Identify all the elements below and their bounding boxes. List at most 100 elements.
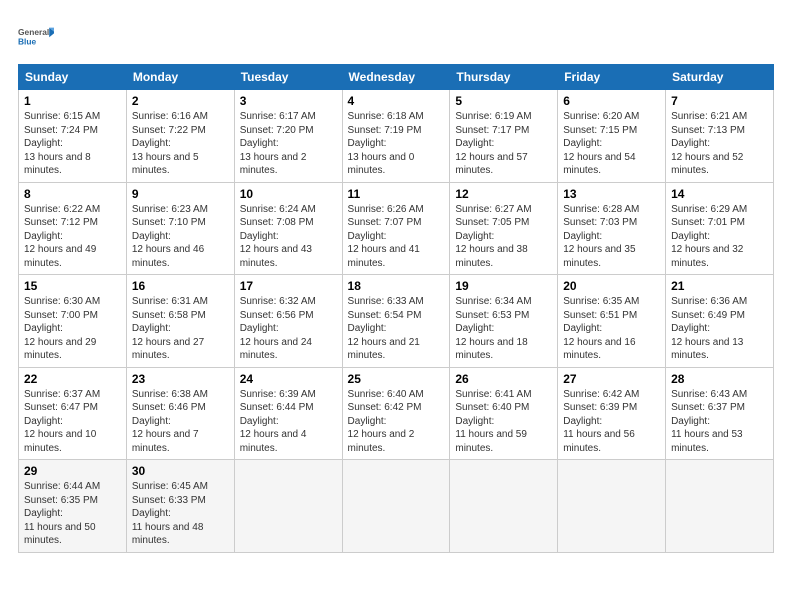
daylight-label: Daylight: 13 hours and 8 minutes.	[24, 138, 91, 176]
day-number: 25	[348, 372, 445, 386]
sunset-time: 7:19 PM	[384, 125, 421, 136]
calendar-header-friday: Friday	[558, 65, 666, 90]
sunset-label: Sunset:	[240, 125, 277, 136]
sunrise-label: Sunrise:	[348, 296, 387, 307]
calendar-week-row: 29 Sunrise: 6:44 AM Sunset: 6:35 PM Dayl…	[19, 460, 774, 553]
daylight-label: Daylight: 12 hours and 18 minutes.	[455, 323, 527, 361]
day-info: Sunrise: 6:21 AM Sunset: 7:13 PM Dayligh…	[671, 110, 768, 178]
sunrise-label: Sunrise:	[563, 296, 602, 307]
sunset-label: Sunset:	[132, 495, 169, 506]
sunset-time: 7:05 PM	[492, 217, 529, 228]
sunrise-label: Sunrise:	[348, 111, 387, 122]
daylight-label: Daylight: 12 hours and 43 minutes.	[240, 231, 312, 269]
sunset-label: Sunset:	[671, 217, 708, 228]
sunset-time: 6:44 PM	[276, 402, 313, 413]
sunset-label: Sunset:	[24, 217, 61, 228]
sunset-time: 6:33 PM	[169, 495, 206, 506]
calendar-cell: 30 Sunrise: 6:45 AM Sunset: 6:33 PM Dayl…	[126, 460, 234, 553]
page: General Blue SundayMondayTuesdayWednesda…	[0, 0, 792, 612]
calendar-table: SundayMondayTuesdayWednesdayThursdayFrid…	[18, 64, 774, 553]
day-info: Sunrise: 6:45 AM Sunset: 6:33 PM Dayligh…	[132, 480, 229, 548]
daylight-label: Daylight: 12 hours and 52 minutes.	[671, 138, 743, 176]
day-number: 13	[563, 187, 660, 201]
daylight-label: Daylight: 12 hours and 46 minutes.	[132, 231, 204, 269]
sunset-label: Sunset:	[671, 125, 708, 136]
day-info: Sunrise: 6:22 AM Sunset: 7:12 PM Dayligh…	[24, 203, 121, 271]
sunset-time: 7:07 PM	[384, 217, 421, 228]
sunset-label: Sunset:	[240, 402, 277, 413]
sunrise-label: Sunrise:	[348, 204, 387, 215]
sunset-time: 6:47 PM	[61, 402, 98, 413]
sunrise-label: Sunrise:	[24, 111, 63, 122]
sunrise-label: Sunrise:	[24, 481, 63, 492]
day-number: 5	[455, 94, 552, 108]
day-number: 3	[240, 94, 337, 108]
sunset-time: 7:01 PM	[708, 217, 745, 228]
daylight-label: Daylight: 12 hours and 21 minutes.	[348, 323, 420, 361]
sunrise-time: 6:36 AM	[711, 296, 748, 307]
sunset-label: Sunset:	[455, 125, 492, 136]
calendar-cell: 10 Sunrise: 6:24 AM Sunset: 7:08 PM Dayl…	[234, 182, 342, 275]
calendar-cell: 6 Sunrise: 6:20 AM Sunset: 7:15 PM Dayli…	[558, 90, 666, 183]
sunrise-time: 6:30 AM	[63, 296, 100, 307]
calendar-week-row: 15 Sunrise: 6:30 AM Sunset: 7:00 PM Dayl…	[19, 275, 774, 368]
day-number: 24	[240, 372, 337, 386]
calendar-cell: 29 Sunrise: 6:44 AM Sunset: 6:35 PM Dayl…	[19, 460, 127, 553]
sunset-label: Sunset:	[348, 310, 385, 321]
day-number: 29	[24, 464, 121, 478]
sunset-label: Sunset:	[563, 125, 600, 136]
sunset-time: 7:20 PM	[276, 125, 313, 136]
daylight-label: Daylight: 12 hours and 27 minutes.	[132, 323, 204, 361]
sunrise-time: 6:24 AM	[279, 204, 316, 215]
daylight-label: Daylight: 12 hours and 29 minutes.	[24, 323, 96, 361]
sunset-time: 7:17 PM	[492, 125, 529, 136]
sunrise-time: 6:21 AM	[711, 111, 748, 122]
sunrise-label: Sunrise:	[563, 111, 602, 122]
sunset-time: 6:51 PM	[600, 310, 637, 321]
sunrise-time: 6:40 AM	[387, 389, 424, 400]
sunrise-label: Sunrise:	[132, 481, 171, 492]
calendar-cell: 19 Sunrise: 6:34 AM Sunset: 6:53 PM Dayl…	[450, 275, 558, 368]
calendar-cell	[234, 460, 342, 553]
day-number: 9	[132, 187, 229, 201]
sunset-time: 6:56 PM	[276, 310, 313, 321]
day-number: 10	[240, 187, 337, 201]
sunrise-label: Sunrise:	[24, 204, 63, 215]
sunrise-label: Sunrise:	[563, 389, 602, 400]
day-info: Sunrise: 6:19 AM Sunset: 7:17 PM Dayligh…	[455, 110, 552, 178]
sunset-label: Sunset:	[348, 217, 385, 228]
daylight-label: Daylight: 12 hours and 38 minutes.	[455, 231, 527, 269]
daylight-label: Daylight: 12 hours and 2 minutes.	[348, 416, 415, 454]
daylight-label: Daylight: 12 hours and 57 minutes.	[455, 138, 527, 176]
day-info: Sunrise: 6:40 AM Sunset: 6:42 PM Dayligh…	[348, 388, 445, 456]
sunset-time: 7:24 PM	[61, 125, 98, 136]
daylight-label: Daylight: 12 hours and 32 minutes.	[671, 231, 743, 269]
calendar-cell	[558, 460, 666, 553]
calendar-header-monday: Monday	[126, 65, 234, 90]
day-info: Sunrise: 6:26 AM Sunset: 7:07 PM Dayligh…	[348, 203, 445, 271]
sunset-time: 7:22 PM	[169, 125, 206, 136]
day-info: Sunrise: 6:37 AM Sunset: 6:47 PM Dayligh…	[24, 388, 121, 456]
sunset-label: Sunset:	[348, 402, 385, 413]
day-info: Sunrise: 6:44 AM Sunset: 6:35 PM Dayligh…	[24, 480, 121, 548]
daylight-label: Daylight: 11 hours and 59 minutes.	[455, 416, 527, 454]
day-number: 22	[24, 372, 121, 386]
sunrise-label: Sunrise:	[671, 389, 710, 400]
calendar-cell: 14 Sunrise: 6:29 AM Sunset: 7:01 PM Dayl…	[666, 182, 774, 275]
daylight-label: Daylight: 12 hours and 16 minutes.	[563, 323, 635, 361]
daylight-label: Daylight: 12 hours and 35 minutes.	[563, 231, 635, 269]
calendar-cell: 21 Sunrise: 6:36 AM Sunset: 6:49 PM Dayl…	[666, 275, 774, 368]
calendar-cell	[666, 460, 774, 553]
sunrise-time: 6:31 AM	[171, 296, 208, 307]
daylight-label: Daylight: 12 hours and 24 minutes.	[240, 323, 312, 361]
sunset-time: 7:03 PM	[600, 217, 637, 228]
day-info: Sunrise: 6:34 AM Sunset: 6:53 PM Dayligh…	[455, 295, 552, 363]
calendar-header-saturday: Saturday	[666, 65, 774, 90]
calendar-cell: 20 Sunrise: 6:35 AM Sunset: 6:51 PM Dayl…	[558, 275, 666, 368]
calendar-cell: 18 Sunrise: 6:33 AM Sunset: 6:54 PM Dayl…	[342, 275, 450, 368]
sunrise-time: 6:44 AM	[63, 481, 100, 492]
sunset-label: Sunset:	[671, 402, 708, 413]
day-number: 15	[24, 279, 121, 293]
day-number: 12	[455, 187, 552, 201]
sunrise-label: Sunrise:	[132, 296, 171, 307]
